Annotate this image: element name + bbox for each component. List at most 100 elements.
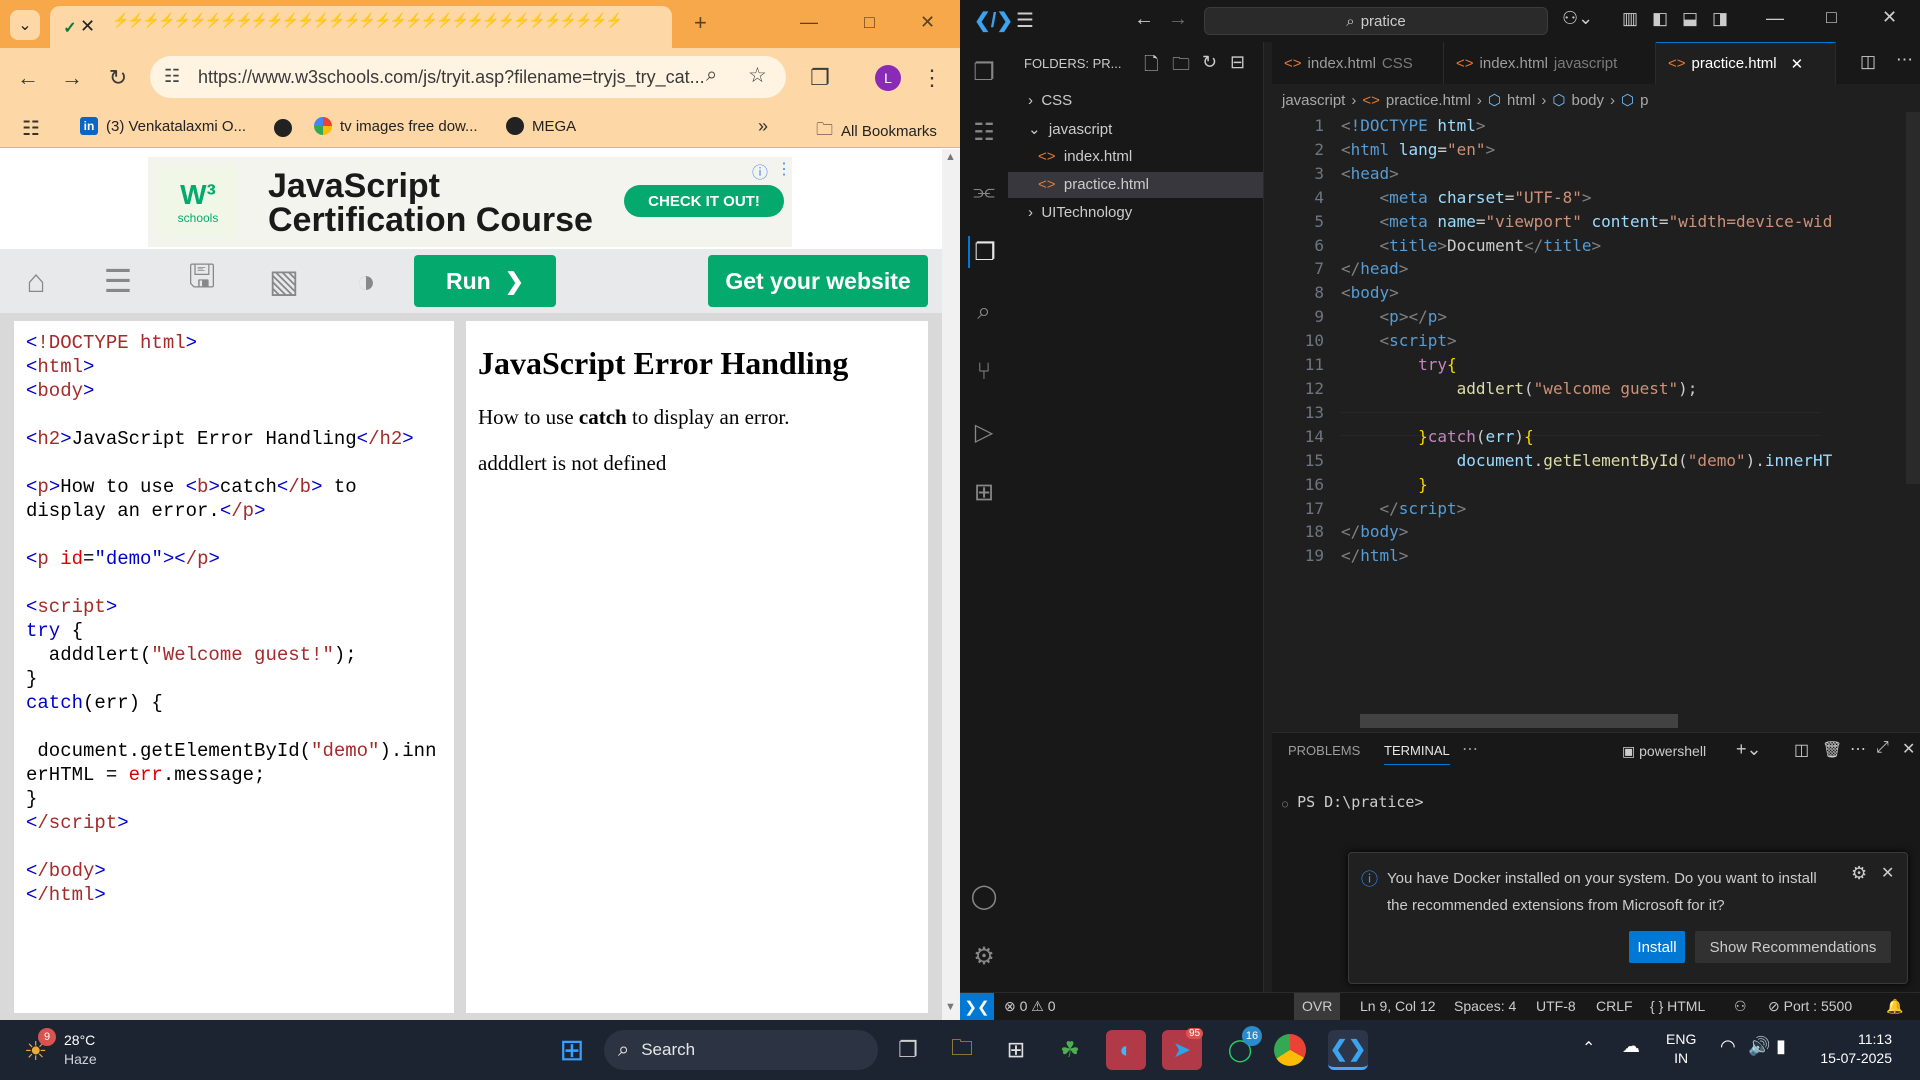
breadcrumb-item[interactable]: practice.html — [1386, 92, 1471, 109]
reading-view-icon[interactable]: ☷ — [968, 116, 1000, 148]
scroll-up-icon[interactable]: ▲ — [945, 151, 956, 163]
back-icon[interactable]: ← — [14, 64, 42, 92]
notification-close-icon[interactable]: ✕ — [1881, 863, 1894, 883]
home-icon[interactable]: ⌂ — [14, 261, 58, 301]
run-button[interactable]: Run ❯ — [414, 255, 556, 307]
notification-settings-gear-icon[interactable]: ⚙ — [1851, 863, 1867, 884]
panel-more-icon[interactable]: ⋯ — [1462, 739, 1478, 759]
breadcrumb-item[interactable]: body — [1571, 92, 1604, 109]
menu-icon[interactable]: ☰ — [96, 261, 140, 301]
tray-overflow-chevron-icon[interactable]: ⌃ — [1582, 1038, 1595, 1058]
editor-code[interactable]: <!DOCTYPE html> <html lang="en"> <head> … — [1341, 114, 1832, 568]
refresh-icon[interactable]: ↻ — [1202, 52, 1217, 73]
split-terminal-icon[interactable]: ◫ — [1794, 740, 1809, 760]
tree-folder-javascript[interactable]: ⌄ javascript — [1028, 120, 1112, 138]
timeline-icon[interactable]: ⫘ — [968, 176, 1000, 208]
toggle-sidebar-icon[interactable]: ◧ — [1652, 9, 1668, 29]
tab-terminal[interactable]: TERMINAL — [1384, 743, 1450, 765]
whatsapp-icon[interactable]: ◯ 16 — [1220, 1026, 1262, 1070]
remote-indicator-icon[interactable]: ❯❮ — [960, 993, 994, 1020]
editor-code[interactable]: <!DOCTYPE html> <html> <body> <h2>JavaSc… — [26, 331, 436, 907]
toggle-secondary-sidebar-icon[interactable]: ◨ — [1712, 9, 1728, 29]
bookmark-linkedin[interactable]: in (3) Venkatalaxmi O... — [80, 117, 246, 135]
tree-file-index-html[interactable]: <> index.html — [1038, 148, 1132, 165]
more-actions-icon[interactable]: ⋯ — [1896, 50, 1913, 70]
editor-scrollbar[interactable] — [1906, 112, 1920, 484]
nav-forward-icon[interactable]: → — [1168, 8, 1188, 31]
tab-practice-html[interactable]: <> practice.html ✕ — [1656, 42, 1836, 84]
maximize-panel-icon[interactable]: ⤢ — [1876, 739, 1889, 757]
collapse-all-icon[interactable]: ⊟ — [1230, 52, 1245, 73]
breadcrumb-item[interactable]: html — [1507, 92, 1535, 109]
panel-actions-icon[interactable]: ⋯ — [1850, 739, 1866, 759]
install-button[interactable]: Install — [1629, 931, 1685, 963]
all-bookmarks[interactable]: 🗀 All Bookmarks — [816, 117, 937, 146]
new-terminal-icon[interactable]: +⌄ — [1736, 739, 1762, 760]
layout-icon[interactable]: ▥ — [1622, 9, 1638, 29]
onedrive-icon[interactable]: ☁ — [1622, 1036, 1640, 1057]
eol-status[interactable]: CRLF — [1596, 998, 1633, 1014]
tab-close-icon[interactable]: ✕ — [1791, 55, 1804, 73]
ad-info-icon[interactable]: ⓘ — [752, 159, 768, 183]
bookmark-star-icon[interactable]: ☆ — [748, 63, 767, 88]
copilot-status-icon[interactable]: ⚇ — [1734, 998, 1747, 1015]
extensions-icon[interactable]: ⊞ — [968, 476, 1000, 508]
address-bar[interactable]: ☷ https://www.w3schools.com/js/tryit.asp… — [150, 56, 786, 98]
save-icon[interactable]: 🖫 — [180, 258, 224, 301]
new-folder-icon[interactable]: 🗀 — [1172, 52, 1190, 82]
scroll-down-icon[interactable]: ▼ — [945, 1001, 956, 1013]
volume-icon[interactable]: 🔊 — [1748, 1036, 1770, 1057]
show-recommendations-button[interactable]: Show Recommendations — [1695, 931, 1891, 963]
tree-folder-uitechnology[interactable]: › UITechnology — [1028, 204, 1132, 221]
weather-widget[interactable]: ☀ 9 28°C Haze — [20, 1028, 190, 1070]
problems-status[interactable]: ⊗ 0 ⚠ 0 — [1004, 998, 1056, 1015]
search-icon[interactable]: ⌕ — [968, 296, 1000, 328]
nav-back-icon[interactable]: ← — [1134, 8, 1154, 31]
indentation-status[interactable]: Spaces: 4 — [1454, 998, 1516, 1014]
battery-icon[interactable]: ▮ — [1776, 1036, 1786, 1057]
terminal-output[interactable]: ○ PS D:\pratice> — [1282, 793, 1424, 811]
language-indicator[interactable]: ENG IN — [1666, 1030, 1696, 1068]
clock[interactable]: 11:13 15-07-2025 — [1812, 1030, 1892, 1068]
terminal-shell-selector[interactable]: ▣ powershell — [1622, 743, 1706, 760]
file-explorer-icon[interactable]: 🗀 — [942, 1030, 982, 1070]
explorer-icon[interactable]: ❐ — [968, 56, 1000, 88]
maximize-icon[interactable]: □ — [864, 12, 875, 33]
bookmark-mega[interactable]: MEGA — [506, 117, 576, 135]
taskbar-search[interactable]: ⌕ Search — [604, 1030, 878, 1070]
window-close-icon[interactable]: ✕ — [920, 12, 935, 33]
kill-terminal-icon[interactable]: 🗑 — [1822, 740, 1842, 760]
windows-start-icon[interactable]: ⊞ — [552, 1030, 592, 1070]
rotate-icon[interactable]: ▧ — [262, 261, 306, 301]
breadcrumb-item[interactable]: javascript — [1282, 92, 1345, 109]
site-info-icon[interactable]: ☷ — [164, 66, 180, 87]
tab-problems[interactable]: PROBLEMS — [1288, 743, 1360, 758]
encoding-status[interactable]: UTF-8 — [1536, 998, 1576, 1014]
editor-horizontal-scrollbar[interactable] — [1360, 714, 1678, 728]
vscode-taskbar-icon[interactable]: ❮❯ — [1328, 1030, 1368, 1070]
tab-close-icon[interactable]: ✕ — [80, 16, 95, 37]
toggle-panel-icon[interactable]: ⬓ — [1682, 9, 1698, 29]
reload-icon[interactable]: ↻ — [104, 64, 132, 92]
more-bookmarks-icon[interactable]: » — [758, 116, 768, 137]
notifications-bell-icon[interactable]: 🔔 — [1886, 998, 1903, 1015]
zoom-icon[interactable]: ⌕ — [706, 64, 717, 87]
ad-cta-button[interactable]: CHECK IT OUT! — [624, 185, 784, 217]
live-server-port[interactable]: ⊘ Port : 5500 — [1768, 998, 1852, 1015]
maximize-icon[interactable]: □ — [1826, 7, 1837, 28]
new-file-icon[interactable]: 🗋 — [1144, 52, 1158, 82]
wifi-icon[interactable]: ◠ — [1720, 1036, 1736, 1057]
microsoft-store-icon[interactable]: ⊞ — [996, 1030, 1036, 1070]
page-scrollbar[interactable]: ▲ ▼ — [942, 149, 960, 1020]
tree-folder-css[interactable]: › CSS — [1028, 92, 1072, 109]
minimize-icon[interactable]: — — [1766, 8, 1784, 29]
tree-file-practice-html[interactable]: <> practice.html — [1038, 176, 1149, 193]
hamburger-menu-icon[interactable]: ☰ — [1016, 8, 1034, 33]
extensions-icon[interactable]: ❐ — [806, 64, 834, 92]
files-icon[interactable]: ❐ — [968, 236, 1000, 268]
account-icon[interactable]: ◯ — [968, 880, 1000, 912]
bookmark-tv-images[interactable]: tv images free dow... — [314, 117, 478, 135]
code-editor[interactable]: <!DOCTYPE html> <html> <body> <h2>JavaSc… — [14, 321, 454, 1013]
telegram-icon[interactable]: ➤ 95 — [1162, 1028, 1204, 1070]
globe-icon[interactable] — [274, 119, 292, 137]
